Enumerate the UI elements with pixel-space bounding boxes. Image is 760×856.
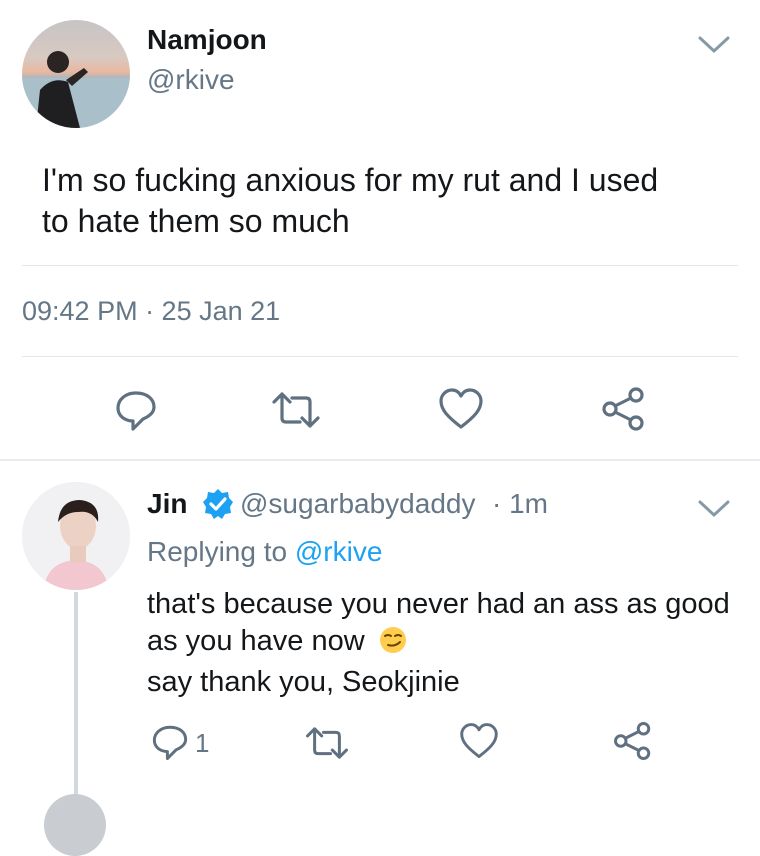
jin-avatar[interactable] xyxy=(22,482,130,590)
tweet-author-handle[interactable]: @rkive xyxy=(147,64,235,96)
reply-count: 1 xyxy=(195,728,210,758)
tweet-text-line: to hate them so much xyxy=(42,203,350,239)
like-icon[interactable] xyxy=(438,387,484,431)
divider xyxy=(22,356,738,357)
reply-icon[interactable] xyxy=(113,387,159,433)
retweet-icon[interactable] xyxy=(270,390,322,430)
reply-text-line: as you have now xyxy=(147,623,747,664)
like-icon[interactable] xyxy=(459,722,499,760)
divider xyxy=(22,265,738,266)
replying-to: Replying to @rkive xyxy=(147,536,382,568)
reply-text: that's because you never had an ass as g… xyxy=(147,586,747,701)
tweet-text-line: I'm so fucking anxious for my rut and I … xyxy=(42,162,659,198)
divider xyxy=(0,459,760,461)
tweet-text: I'm so fucking anxious for my rut and I … xyxy=(42,160,742,242)
thread-line xyxy=(74,592,78,800)
namjoon-avatar[interactable] xyxy=(22,20,130,128)
tweet-timestamp[interactable]: 09:42 PM · 25 Jan 21 xyxy=(22,296,280,327)
share-icon[interactable] xyxy=(600,385,648,433)
retweet-icon[interactable] xyxy=(304,725,350,761)
reply-text-line: say thank you, Seokjinie xyxy=(147,666,460,698)
reply-icon[interactable] xyxy=(150,722,190,762)
chevron-down-icon[interactable] xyxy=(696,498,732,520)
reply-text-line: that's because you never had an ass as g… xyxy=(147,588,730,620)
replying-to-handle-link[interactable]: @rkive xyxy=(295,536,383,567)
next-reply-avatar[interactable] xyxy=(44,794,106,856)
reply-text-line-content: as you have now xyxy=(147,625,365,657)
share-icon[interactable] xyxy=(612,720,654,762)
tweet-author-name[interactable]: Namjoon xyxy=(147,24,267,56)
reply-time: · 1m xyxy=(492,488,548,519)
smirk-emoji-icon xyxy=(379,626,407,664)
reply-author-name[interactable]: Jin xyxy=(147,488,187,520)
replying-to-label: Replying to xyxy=(147,536,288,567)
verified-icon xyxy=(201,487,235,521)
chevron-down-icon[interactable] xyxy=(696,34,732,56)
reply-author-handle[interactable]: @sugarbabydaddy xyxy=(240,488,475,520)
